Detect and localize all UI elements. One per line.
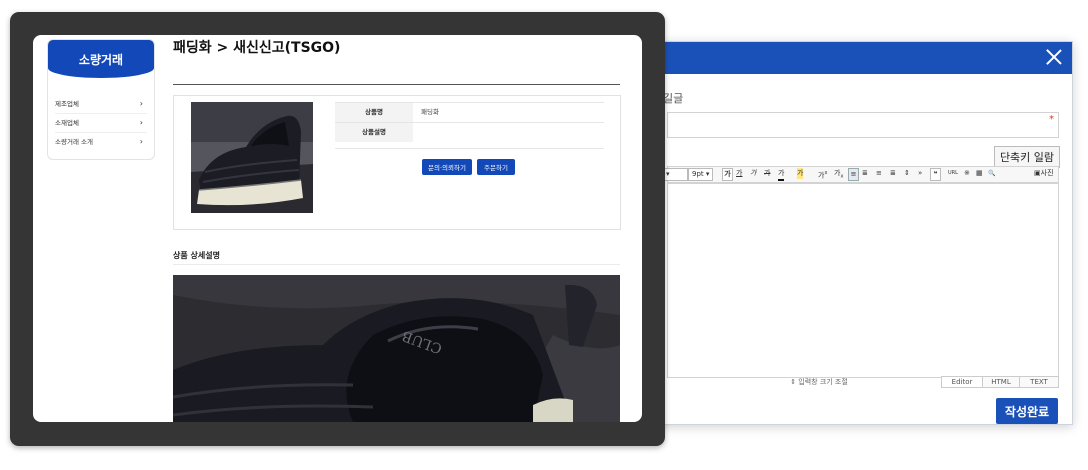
- bg-color-button[interactable]: 가: [797, 168, 804, 179]
- line-height-icon[interactable]: ⇕: [904, 168, 910, 179]
- info-row-description: 상품설명: [335, 122, 604, 142]
- photo-label: 사진: [1040, 169, 1054, 177]
- tab-editor[interactable]: Editor: [941, 376, 983, 388]
- sidebar: 소량거래 제조업체 › 소재업체 › 소량거래 소개 ›: [47, 39, 155, 160]
- chevron-right-icon: ›: [139, 118, 143, 127]
- page-title: 패딩화 > 새신신고(TSGO): [173, 40, 341, 56]
- order-button[interactable]: 주문하기: [477, 159, 515, 175]
- sidebar-item-label: 소재업체: [55, 119, 79, 127]
- product-thumbnail: [191, 102, 313, 213]
- table-icon[interactable]: ▦: [976, 168, 983, 179]
- shortcut-list-button[interactable]: 단축키 일람: [994, 146, 1060, 168]
- special-char-icon[interactable]: ※: [964, 168, 970, 179]
- sidebar-item-label: 소량거래 소개: [55, 138, 93, 146]
- sidebar-item-label: 제조업체: [55, 100, 79, 108]
- editor-titlebar: 록: [641, 42, 1072, 74]
- sidebar-item-material[interactable]: 소재업체 ›: [55, 114, 147, 133]
- font-family-select[interactable]: ▾: [662, 168, 688, 181]
- align-right-icon[interactable]: ≡: [876, 168, 882, 179]
- required-mark: *: [1049, 114, 1054, 125]
- info-key: 상품설명: [335, 123, 413, 142]
- product-page: 소량거래 제조업체 › 소재업체 › 소량거래 소개 › 패딩화 > 새신신고(…: [33, 35, 642, 422]
- product-info-table: 상품명 패딩화 상품설명: [335, 102, 604, 149]
- bold-button[interactable]: 가: [722, 168, 733, 181]
- url-icon[interactable]: URL: [948, 168, 958, 179]
- editor-content-area[interactable]: [667, 183, 1059, 378]
- subscript-button[interactable]: 가x: [834, 168, 843, 179]
- close-icon[interactable]: [1044, 47, 1064, 67]
- quote-icon[interactable]: ❝: [930, 168, 941, 181]
- tab-html[interactable]: HTML: [982, 376, 1020, 388]
- subject-input[interactable]: *: [667, 112, 1059, 138]
- superscript-button[interactable]: 가x: [818, 168, 827, 179]
- align-center-icon[interactable]: ≣: [862, 168, 868, 179]
- detail-section-title: 상품 상세설명: [173, 251, 220, 260]
- submit-button[interactable]: 작성완료: [996, 398, 1058, 424]
- product-summary: 상품명 패딩화 상품설명 문의·의뢰하기 주문하기: [173, 95, 621, 230]
- align-left-icon[interactable]: ≡: [848, 168, 859, 181]
- device-frame: 소량거래 제조업체 › 소재업체 › 소량거래 소개 › 패딩화 > 새신신고(…: [10, 12, 665, 446]
- align-justify-icon[interactable]: ≣: [890, 168, 896, 179]
- info-row-name: 상품명 패딩화: [335, 102, 604, 122]
- underline-button[interactable]: 가: [736, 168, 742, 179]
- info-spacer: [335, 142, 604, 149]
- chevron-right-icon: ›: [139, 137, 143, 146]
- resize-handle[interactable]: ⇕ 입력창 크기 조절: [667, 377, 971, 387]
- detail-divider: [173, 264, 620, 265]
- font-size-select[interactable]: 9pt ▾: [688, 168, 714, 181]
- title-divider: [173, 84, 620, 85]
- italic-button[interactable]: 가: [750, 168, 756, 179]
- sidebar-title: 소량거래: [48, 40, 154, 78]
- font-size-value: 9pt: [692, 170, 704, 178]
- inquiry-button[interactable]: 문의·의뢰하기: [422, 159, 472, 175]
- sidebar-item-manufacturer[interactable]: 제조업체 ›: [55, 95, 147, 114]
- info-key: 상품명: [335, 103, 413, 122]
- find-icon[interactable]: 🔍: [988, 168, 995, 179]
- photo-button[interactable]: ▣사진: [1034, 168, 1054, 179]
- sidebar-item-intro[interactable]: 소량거래 소개 ›: [55, 133, 147, 151]
- strike-button[interactable]: 가: [764, 168, 770, 179]
- info-value: 패딩화: [421, 108, 439, 116]
- text-color-button[interactable]: 가: [778, 168, 785, 181]
- tab-text[interactable]: TEXT: [1019, 376, 1059, 388]
- subject-label: 길글: [663, 92, 684, 105]
- product-detail-image: CLUB: [173, 275, 620, 422]
- chevron-right-icon: ›: [139, 99, 143, 108]
- more-icon[interactable]: »: [918, 168, 922, 179]
- editor-toolbar: ▾ 9pt ▾ 가 가 가 가 가 가 가x 가x ≡ ≣ ≡ ≣ ⇕ » ❝ …: [662, 166, 1059, 183]
- post-editor-window: 록 길글 * 단축키 일람 ▾ 9pt ▾ 가 가 가 가 가 가 가x 가x …: [640, 41, 1073, 425]
